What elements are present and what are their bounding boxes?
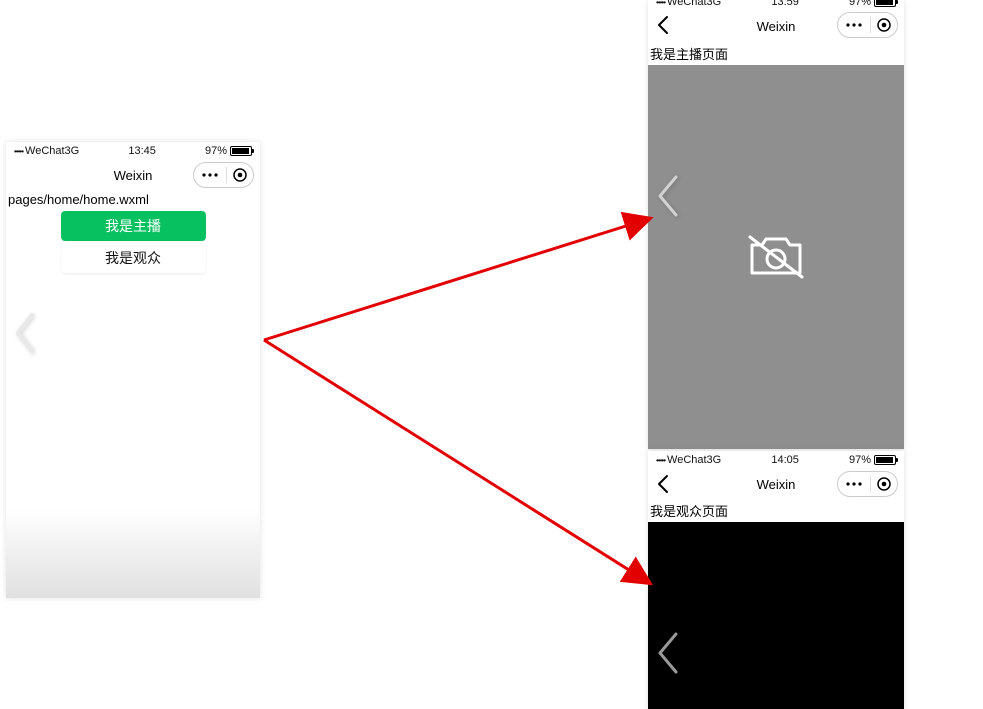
nav-title: Weixin [114, 168, 153, 183]
nav-bar: Weixin [648, 10, 904, 42]
page-title: 我是主播页面 [648, 42, 904, 65]
arrow-to-viewer [264, 340, 648, 582]
camera-disabled-icon [746, 233, 806, 281]
target-icon[interactable] [877, 18, 891, 32]
more-icon[interactable] [844, 478, 864, 490]
signal-dots-icon: ••••• [656, 0, 665, 7]
clock-label: 13:59 [771, 0, 799, 8]
page-path-label: pages/home/home.wxml [6, 190, 260, 209]
back-button[interactable] [656, 474, 670, 494]
battery-pct-label: 97% [205, 145, 227, 157]
status-bar: ••••• WeChat3G 13:59 97% [648, 0, 904, 10]
phone-viewer: ••••• WeChat3G 14:05 97% Weixin 我是观众页面 [648, 451, 904, 709]
bottom-gradient [6, 508, 260, 598]
battery-icon [874, 455, 896, 465]
status-left: ••••• WeChat3G [14, 145, 79, 157]
target-icon[interactable] [877, 477, 891, 491]
viewer-video-area [648, 522, 904, 709]
nav-title: Weixin [757, 477, 796, 492]
status-bar: ••••• WeChat3G 13:45 97% [6, 142, 260, 160]
battery-icon [874, 0, 896, 7]
anchor-button[interactable]: 我是主播 [61, 211, 206, 241]
back-button[interactable] [656, 15, 670, 35]
clock-label: 13:45 [128, 145, 156, 157]
target-icon[interactable] [233, 168, 247, 182]
chevron-left-icon [654, 630, 682, 676]
carrier-label: WeChat3G [667, 454, 721, 466]
battery-icon [230, 146, 252, 156]
more-icon[interactable] [200, 169, 220, 181]
battery-pct-label: 97% [849, 454, 871, 466]
status-left: ••••• WeChat3G [656, 0, 721, 8]
nav-bar: Weixin [648, 469, 904, 499]
status-right: 97% [849, 454, 896, 466]
page-title: 我是观众页面 [648, 499, 904, 522]
capsule-divider [870, 476, 871, 492]
status-left: ••••• WeChat3G [656, 454, 721, 466]
capsule-divider [870, 17, 871, 33]
capsule-menu[interactable] [837, 471, 898, 497]
anchor-preview-area [648, 65, 904, 449]
phone-home: ••••• WeChat3G 13:45 97% Weixin pages/ho… [6, 142, 260, 598]
status-right: 97% [205, 145, 252, 157]
signal-dots-icon: ••••• [656, 456, 665, 465]
viewer-button[interactable]: 我是观众 [61, 243, 206, 273]
signal-dots-icon: ••••• [14, 147, 23, 156]
arrow-to-anchor [264, 219, 648, 340]
capsule-divider [226, 167, 227, 183]
phone-anchor: ••••• WeChat3G 13:59 97% Weixin 我是主播页面 [648, 0, 904, 449]
carrier-label: WeChat3G [667, 0, 721, 8]
clock-label: 14:05 [771, 454, 799, 466]
capsule-menu[interactable] [193, 162, 254, 188]
status-bar: ••••• WeChat3G 14:05 97% [648, 451, 904, 469]
nav-bar: Weixin [6, 160, 260, 190]
chevron-left-icon [654, 173, 682, 219]
status-right: 97% [849, 0, 896, 8]
home-content: pages/home/home.wxml 我是主播 我是观众 [6, 190, 260, 598]
battery-pct-label: 97% [849, 0, 871, 8]
carrier-label: WeChat3G [25, 145, 79, 157]
capsule-menu[interactable] [837, 12, 898, 38]
nav-title: Weixin [757, 19, 796, 34]
more-icon[interactable] [844, 19, 864, 31]
chevron-left-icon [12, 312, 38, 354]
